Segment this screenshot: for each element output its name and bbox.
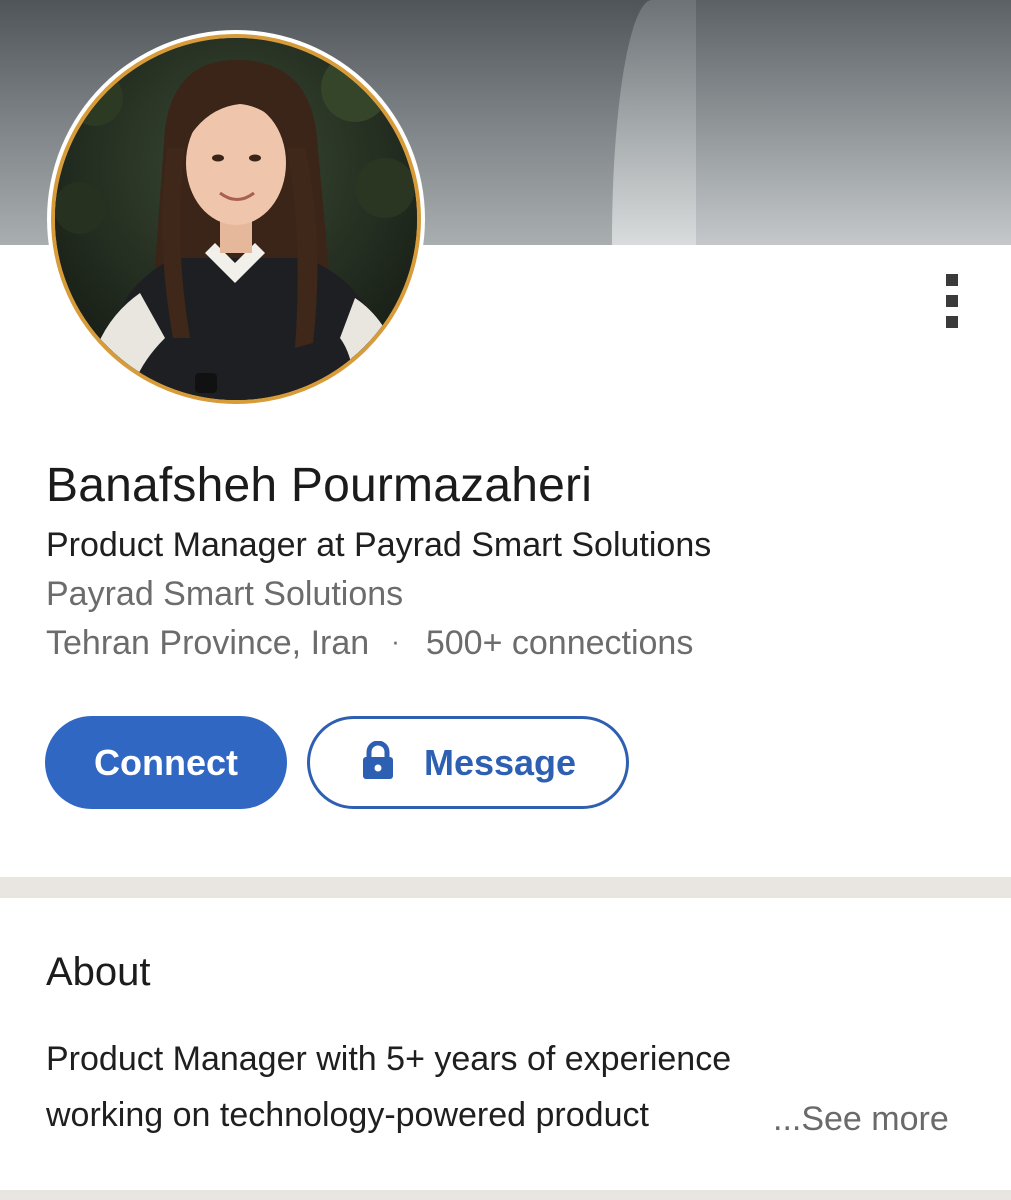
- separator-dot: ·: [391, 626, 400, 656]
- lock-icon: [360, 740, 396, 781]
- profile-location: Tehran Province, Iran: [46, 624, 370, 662]
- profile-company[interactable]: Payrad Smart Solutions: [46, 575, 403, 614]
- message-button-label: Message: [423, 741, 577, 783]
- profile-headline: Product Manager at Payrad Smart Solution…: [46, 526, 712, 564]
- section-divider: [0, 1190, 1011, 1200]
- connections-count[interactable]: 500+ connections: [426, 624, 693, 663]
- avatar-portrait-illustration: [55, 38, 417, 400]
- about-section-title: About: [46, 950, 151, 994]
- location-connections-row: Tehran Province, Iran · 500+ connections: [46, 624, 693, 663]
- message-button[interactable]: Message: [307, 716, 629, 809]
- menu-dot: [946, 295, 958, 307]
- about-text-line: working on technology-powered product: [46, 1096, 649, 1134]
- connect-button-label: Connect: [94, 741, 238, 783]
- avatar-photo: [51, 34, 421, 404]
- about-text-line: Product Manager with 5+ years of experie…: [46, 1040, 732, 1078]
- menu-dot: [946, 316, 958, 328]
- see-more-link[interactable]: ...See more: [773, 1100, 949, 1139]
- banner-right-pane: [696, 0, 1011, 245]
- profile-avatar[interactable]: [47, 30, 425, 408]
- profile-name: Banafsheh Pourmazaheri: [46, 459, 593, 512]
- menu-dot: [946, 274, 958, 286]
- more-vertical-icon[interactable]: [936, 268, 968, 334]
- section-divider: [0, 877, 1011, 898]
- connect-button[interactable]: Connect: [45, 716, 287, 809]
